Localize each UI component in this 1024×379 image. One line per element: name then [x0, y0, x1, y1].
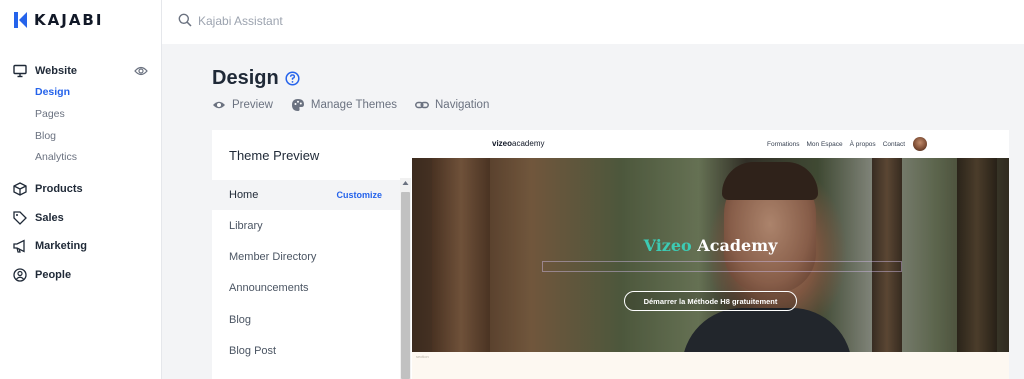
- page-item-blog-post[interactable]: Blog Post: [212, 336, 400, 366]
- site-nav-item[interactable]: Contact: [883, 141, 905, 148]
- sidebar-item-label: Sales: [35, 212, 64, 224]
- site-nav-item[interactable]: Formations: [767, 141, 800, 148]
- megaphone-icon: [13, 239, 25, 253]
- monitor-icon: [13, 64, 27, 78]
- site-preview[interactable]: vizeoacademy Formations Mon Espace À pro…: [412, 130, 1009, 379]
- sidebar-item-marketing[interactable]: Marketing: [13, 236, 87, 256]
- sidebar: KAJABI Website Design Pages Blog Analyti…: [0, 0, 162, 379]
- site-nav-item[interactable]: Mon Espace: [807, 141, 843, 148]
- sidebar-item-label: People: [35, 269, 72, 281]
- scrollbar-thumb[interactable]: [401, 192, 410, 379]
- tab-navigation[interactable]: Navigation: [415, 98, 489, 112]
- kajabi-logo[interactable]: KAJABI: [14, 11, 103, 29]
- site-header: vizeoacademy Formations Mon Espace À pro…: [412, 130, 1009, 158]
- cube-icon: [13, 182, 27, 196]
- site-logo-bold: vizeo: [492, 139, 513, 148]
- link-icon: [415, 101, 429, 109]
- sidebar-item-analytics[interactable]: Analytics: [35, 149, 77, 165]
- chevron-up-icon[interactable]: [402, 180, 409, 187]
- hero-title: Vizeo Academy: [412, 236, 1009, 255]
- sidebar-item-blog[interactable]: Blog: [35, 128, 56, 144]
- panel-title: Theme Preview: [229, 148, 320, 163]
- tab-preview[interactable]: Preview: [212, 98, 273, 112]
- hero-title-accent: Vizeo: [643, 236, 692, 255]
- page-item-label: Blog Post: [229, 345, 277, 357]
- hero-title-rest: Academy: [691, 236, 778, 255]
- sidebar-item-label: Products: [35, 183, 83, 195]
- hero-outline-box: [542, 261, 902, 272]
- sidebar-item-pages[interactable]: Pages: [35, 106, 65, 122]
- design-subnav: Preview Manage Themes Navigation: [212, 98, 489, 112]
- page-item-label: Home: [229, 189, 259, 201]
- page-title: Design: [212, 67, 279, 89]
- brand-name: KAJABI: [34, 11, 104, 29]
- page-item-member-directory[interactable]: Member Directory: [212, 242, 400, 272]
- site-logo-rest: academy: [512, 139, 545, 148]
- customize-link[interactable]: Customize: [336, 190, 382, 200]
- eye-icon[interactable]: [134, 65, 148, 77]
- page-item-label: Library: [229, 220, 263, 232]
- page-item-library[interactable]: Library: [212, 211, 400, 241]
- avatar[interactable]: [913, 137, 927, 151]
- page-item-announcements[interactable]: Announcements: [212, 273, 400, 303]
- section-label: section: [416, 354, 429, 359]
- tab-label: Manage Themes: [310, 99, 397, 111]
- page-item-home[interactable]: Home Customize: [212, 180, 400, 210]
- page-list-scrollbar[interactable]: [400, 178, 411, 379]
- site-logo[interactable]: vizeoacademy: [492, 139, 544, 148]
- sidebar-item-products[interactable]: Products: [13, 179, 83, 199]
- tab-label: Navigation: [435, 99, 490, 111]
- top-bar: [162, 0, 1024, 44]
- sidebar-item-label: Marketing: [35, 240, 87, 252]
- page-item-label: Member Directory: [229, 251, 317, 263]
- search-icon: [178, 13, 192, 27]
- search-input[interactable]: [198, 10, 498, 32]
- sidebar-item-sales[interactable]: Sales: [13, 208, 64, 228]
- hero-cta-button[interactable]: Démarrer la Méthode H8 gratuitement: [624, 291, 797, 311]
- hero-image: Vizeo Academy Démarrer la Méthode H8 gra…: [412, 158, 1009, 352]
- site-nav-item[interactable]: À propos: [850, 141, 876, 148]
- sidebar-item-label: Website: [35, 65, 77, 77]
- user-circle-icon: [13, 268, 27, 282]
- eye-icon: [213, 101, 225, 109]
- sidebar-item-website[interactable]: Website: [13, 61, 77, 81]
- page-item-blog[interactable]: Blog: [212, 305, 400, 335]
- kajabi-logo-icon: [14, 12, 27, 28]
- hero-overlay: [412, 158, 1009, 352]
- next-section: section: [412, 352, 1009, 379]
- palette-icon: [291, 99, 304, 111]
- page-item-label: Announcements: [229, 282, 309, 294]
- sidebar-item-people[interactable]: People: [13, 265, 71, 285]
- tag-icon: [13, 211, 27, 225]
- page-item-label: Blog: [229, 314, 252, 326]
- tab-manage-themes[interactable]: Manage Themes: [291, 98, 397, 112]
- site-nav: Formations Mon Espace À propos Contact: [767, 141, 905, 148]
- sidebar-item-design[interactable]: Design: [35, 84, 70, 100]
- question-circle-icon[interactable]: [285, 71, 300, 86]
- tab-label: Preview: [232, 99, 273, 111]
